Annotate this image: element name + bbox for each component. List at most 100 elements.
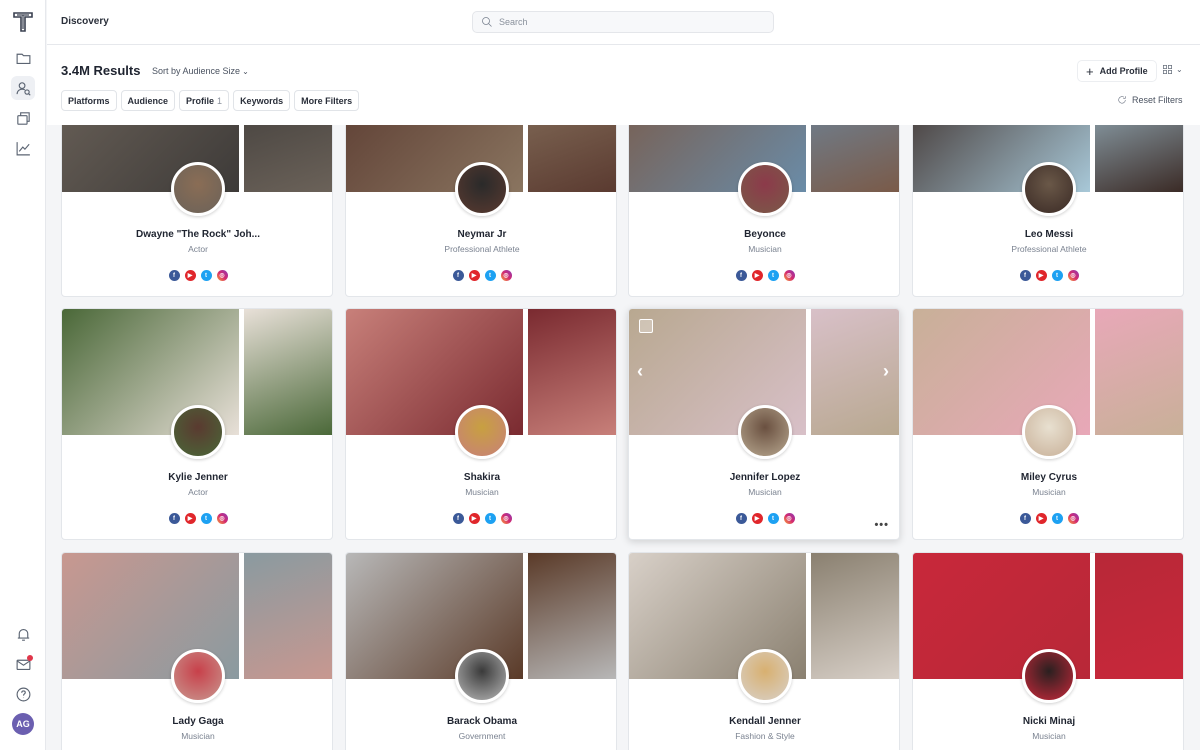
filter-audience-button[interactable]: Audience xyxy=(120,90,176,111)
twitter-icon[interactable]: t xyxy=(200,513,212,524)
youtube-icon[interactable]: ▶ xyxy=(468,270,480,281)
profile-card[interactable]: Beyonce Musician f ▶ t ◎ xyxy=(628,125,900,297)
chevron-left-icon[interactable]: ‹ xyxy=(637,361,643,382)
instagram-icon[interactable]: ◎ xyxy=(500,270,512,281)
help-icon[interactable] xyxy=(11,682,35,706)
add-profile-label: Add Profile xyxy=(1099,66,1148,76)
profile-card[interactable]: Miley Cyrus Musician f ▶ t ◎ xyxy=(912,308,1184,540)
trend-chart-icon[interactable] xyxy=(11,136,35,160)
youtube-icon[interactable]: ▶ xyxy=(1035,513,1047,524)
profile-card[interactable]: Kylie Jenner Actor f ▶ t ◎ xyxy=(61,308,333,540)
user-search-icon[interactable] xyxy=(11,76,35,100)
profile-avatar[interactable] xyxy=(171,649,225,703)
profile-name[interactable]: Lady Gaga xyxy=(62,716,332,727)
profile-name[interactable]: Kendall Jenner xyxy=(629,716,899,727)
profile-avatar[interactable] xyxy=(738,162,792,216)
bell-icon[interactable] xyxy=(11,622,35,646)
instagram-icon[interactable]: ◎ xyxy=(500,513,512,524)
social-links: f ▶ t ◎ xyxy=(629,513,899,524)
facebook-icon[interactable]: f xyxy=(168,270,180,281)
facebook-icon[interactable]: f xyxy=(735,270,747,281)
twitter-icon[interactable]: t xyxy=(484,270,496,281)
instagram-icon[interactable]: ◎ xyxy=(1067,513,1079,524)
profile-name[interactable]: Nicki Minaj xyxy=(913,716,1183,727)
search-input[interactable] xyxy=(499,17,759,27)
profile-avatar[interactable] xyxy=(455,162,509,216)
youtube-icon[interactable]: ▶ xyxy=(751,513,763,524)
instagram-icon[interactable]: ◎ xyxy=(1067,270,1079,281)
facebook-icon[interactable]: f xyxy=(168,513,180,524)
twitter-icon[interactable]: t xyxy=(767,270,779,281)
select-checkbox[interactable] xyxy=(639,319,653,333)
profile-card[interactable]: ‹ › Jennifer Lopez Musician f ▶ t ◎ ••• xyxy=(628,308,900,540)
profile-card[interactable]: Dwayne "The Rock" Joh... Actor f ▶ t ◎ xyxy=(61,125,333,297)
user-avatar[interactable]: AG xyxy=(12,713,34,735)
profile-name[interactable]: Leo Messi xyxy=(913,229,1183,240)
profile-name[interactable]: Shakira xyxy=(346,472,616,483)
profile-card[interactable]: Kendall JennerFashion & Stylef▶t◎ xyxy=(628,552,900,750)
profile-card[interactable]: Shakira Musician f ▶ t ◎ xyxy=(345,308,617,540)
view-toggle[interactable]: ⌄ xyxy=(1162,64,1183,75)
folder-icon[interactable] xyxy=(11,46,35,70)
twitter-icon[interactable]: t xyxy=(1051,270,1063,281)
facebook-icon[interactable]: f xyxy=(452,270,464,281)
profile-name[interactable]: Dwayne "The Rock" Joh... xyxy=(62,229,332,240)
search-bar[interactable] xyxy=(472,11,774,33)
profile-name[interactable]: Neymar Jr xyxy=(346,229,616,240)
chevron-right-icon[interactable]: › xyxy=(883,361,889,382)
profile-name[interactable]: Barack Obama xyxy=(346,716,616,727)
profile-avatar[interactable] xyxy=(738,649,792,703)
profile-avatar[interactable] xyxy=(171,405,225,459)
profile-card[interactable]: Neymar Jr Professional Athlete f ▶ t ◎ xyxy=(345,125,617,297)
instagram-icon[interactable]: ◎ xyxy=(216,270,228,281)
profile-card[interactable]: Barack ObamaGovernmentf▶t◎ xyxy=(345,552,617,750)
facebook-icon[interactable]: f xyxy=(735,513,747,524)
mail-icon[interactable] xyxy=(11,652,35,676)
youtube-icon[interactable]: ▶ xyxy=(751,270,763,281)
profile-card[interactable]: Lady GagaMusicianf▶t◎ xyxy=(61,552,333,750)
instagram-icon[interactable]: ◎ xyxy=(783,513,795,524)
social-links: f ▶ t ◎ xyxy=(629,270,899,281)
tribe-logo-icon[interactable] xyxy=(11,10,35,34)
sort-dropdown[interactable]: Sort by Audience Size ⌄ xyxy=(152,66,249,76)
profile-avatar[interactable] xyxy=(455,405,509,459)
more-options-icon[interactable]: ••• xyxy=(874,519,889,531)
twitter-icon[interactable]: t xyxy=(1051,513,1063,524)
profile-avatar[interactable] xyxy=(1022,162,1076,216)
profile-card[interactable]: Nicki MinajMusicianf▶t◎ xyxy=(912,552,1184,750)
filter-profile-button[interactable]: Profile 1 xyxy=(179,90,230,111)
profile-avatar[interactable] xyxy=(1022,649,1076,703)
filter-more-filters-button[interactable]: More Filters xyxy=(294,90,360,111)
profile-name[interactable]: Jennifer Lopez xyxy=(629,472,899,483)
facebook-icon[interactable]: f xyxy=(1019,270,1031,281)
reset-filters-button[interactable]: Reset Filters xyxy=(1117,95,1183,105)
twitter-icon[interactable]: t xyxy=(200,270,212,281)
profile-avatar[interactable] xyxy=(738,405,792,459)
layers-icon[interactable] xyxy=(11,106,35,130)
facebook-icon[interactable]: f xyxy=(452,513,464,524)
sidebar: AG xyxy=(0,0,46,750)
youtube-icon[interactable]: ▶ xyxy=(184,270,196,281)
profile-photo xyxy=(244,553,332,679)
filter-platforms-button[interactable]: Platforms xyxy=(61,90,117,111)
profile-name[interactable]: Kylie Jenner xyxy=(62,472,332,483)
youtube-icon[interactable]: ▶ xyxy=(468,513,480,524)
filter-count-badge: 1 xyxy=(217,95,223,106)
add-profile-button[interactable]: + Add Profile xyxy=(1077,60,1157,82)
profile-card[interactable]: Leo Messi Professional Athlete f ▶ t ◎ xyxy=(912,125,1184,297)
instagram-icon[interactable]: ◎ xyxy=(783,270,795,281)
profile-grid: Dwayne "The Rock" Joh... Actor f ▶ t ◎ Neymar … xyxy=(47,125,1200,750)
twitter-icon[interactable]: t xyxy=(484,513,496,524)
filter-keywords-button[interactable]: Keywords xyxy=(233,90,291,111)
twitter-icon[interactable]: t xyxy=(767,513,779,524)
profile-category: Musician xyxy=(465,487,499,497)
profile-name[interactable]: Beyonce xyxy=(629,229,899,240)
facebook-icon[interactable]: f xyxy=(1019,513,1031,524)
youtube-icon[interactable]: ▶ xyxy=(1035,270,1047,281)
youtube-icon[interactable]: ▶ xyxy=(184,513,196,524)
profile-avatar[interactable] xyxy=(1022,405,1076,459)
profile-avatar[interactable] xyxy=(171,162,225,216)
instagram-icon[interactable]: ◎ xyxy=(216,513,228,524)
profile-avatar[interactable] xyxy=(455,649,509,703)
profile-name[interactable]: Miley Cyrus xyxy=(913,472,1183,483)
